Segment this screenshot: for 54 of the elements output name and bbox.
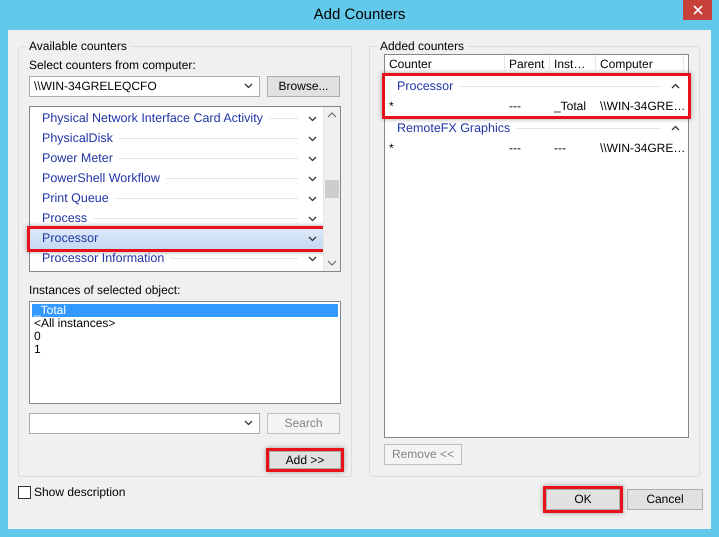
instance-item[interactable]: 1: [32, 342, 338, 356]
group-header[interactable]: Processor: [385, 76, 688, 96]
table-cell-text: _Total: [552, 98, 588, 114]
counter-object-item[interactable]: Process: [30, 208, 323, 229]
window-title: Add Counters: [314, 6, 406, 24]
scrollbar[interactable]: [323, 106, 340, 271]
column-header[interactable]: Parent: [505, 55, 550, 74]
group-label: Added counters: [379, 40, 466, 54]
table-cell-text: ---: [508, 140, 522, 156]
counter-object-item[interactable]: Processor Information: [30, 248, 323, 269]
computer-dropdown[interactable]: \\WIN-34GRELEQCFO: [29, 76, 260, 97]
chevron-down-icon[interactable]: [308, 256, 317, 262]
scroll-thumb[interactable]: [325, 180, 339, 198]
field-label: Select counters from computer:: [29, 58, 197, 73]
checkbox-label: Show description: [34, 485, 126, 500]
field-label: Instances of selected object:: [29, 282, 182, 297]
table-cell-text: *: [388, 98, 395, 114]
dialog-button[interactable]: OK: [546, 489, 620, 510]
table-cell-text: \\WIN-34GRE…: [599, 98, 684, 114]
table-cell-text: \\WIN-34GRE…: [599, 140, 684, 156]
counter-object-item[interactable]: Power Meter: [30, 148, 323, 169]
show-description-checkbox[interactable]: [18, 486, 31, 499]
chevron-up-icon[interactable]: [671, 125, 680, 132]
counter-object-item[interactable]: Print Queue: [30, 188, 323, 209]
counter-object-item[interactable]: Processor: [30, 228, 323, 249]
table-cell-text: *: [388, 140, 395, 156]
chevron-down-icon: [244, 420, 253, 426]
instance-item[interactable]: <All instances>: [32, 316, 338, 330]
chevron-down-icon[interactable]: [308, 176, 317, 182]
dropdown-value: \\WIN-34GRELEQCFO: [34, 78, 158, 94]
chevron-up-icon[interactable]: [671, 83, 680, 90]
column-header[interactable]: Computer: [596, 55, 684, 74]
table-cell-text: ---: [508, 98, 522, 114]
counter-object-item[interactable]: Physical Network Interface Card Activity: [30, 108, 323, 129]
chevron-down-icon[interactable]: [308, 136, 317, 142]
close-button[interactable]: [683, 0, 712, 20]
chevron-down-icon[interactable]: [308, 236, 317, 242]
chevron-down-icon[interactable]: [308, 116, 317, 122]
browse-button[interactable]: Browse...: [267, 76, 340, 97]
column-header[interactable]: Inst…: [550, 55, 596, 74]
group-label: Available counters: [28, 40, 128, 54]
chevron-down-icon: [244, 83, 253, 90]
add-button[interactable]: Add >>: [269, 450, 341, 469]
chevron-down-icon[interactable]: [308, 216, 317, 222]
close-icon: [692, 5, 702, 15]
table-cell-text: ---: [553, 140, 567, 156]
column-header[interactable]: Counter: [385, 55, 505, 74]
dialog-button[interactable]: Cancel: [627, 489, 703, 510]
group-header[interactable]: RemoteFX Graphics: [385, 118, 688, 138]
chevron-down-icon[interactable]: [308, 156, 317, 162]
chevron-down-icon[interactable]: [308, 196, 317, 202]
instance-item[interactable]: 0: [32, 330, 338, 343]
counter-object-item[interactable]: PowerShell Workflow: [30, 168, 323, 189]
counter-object-item[interactable]: PhysicalDisk: [30, 128, 323, 149]
